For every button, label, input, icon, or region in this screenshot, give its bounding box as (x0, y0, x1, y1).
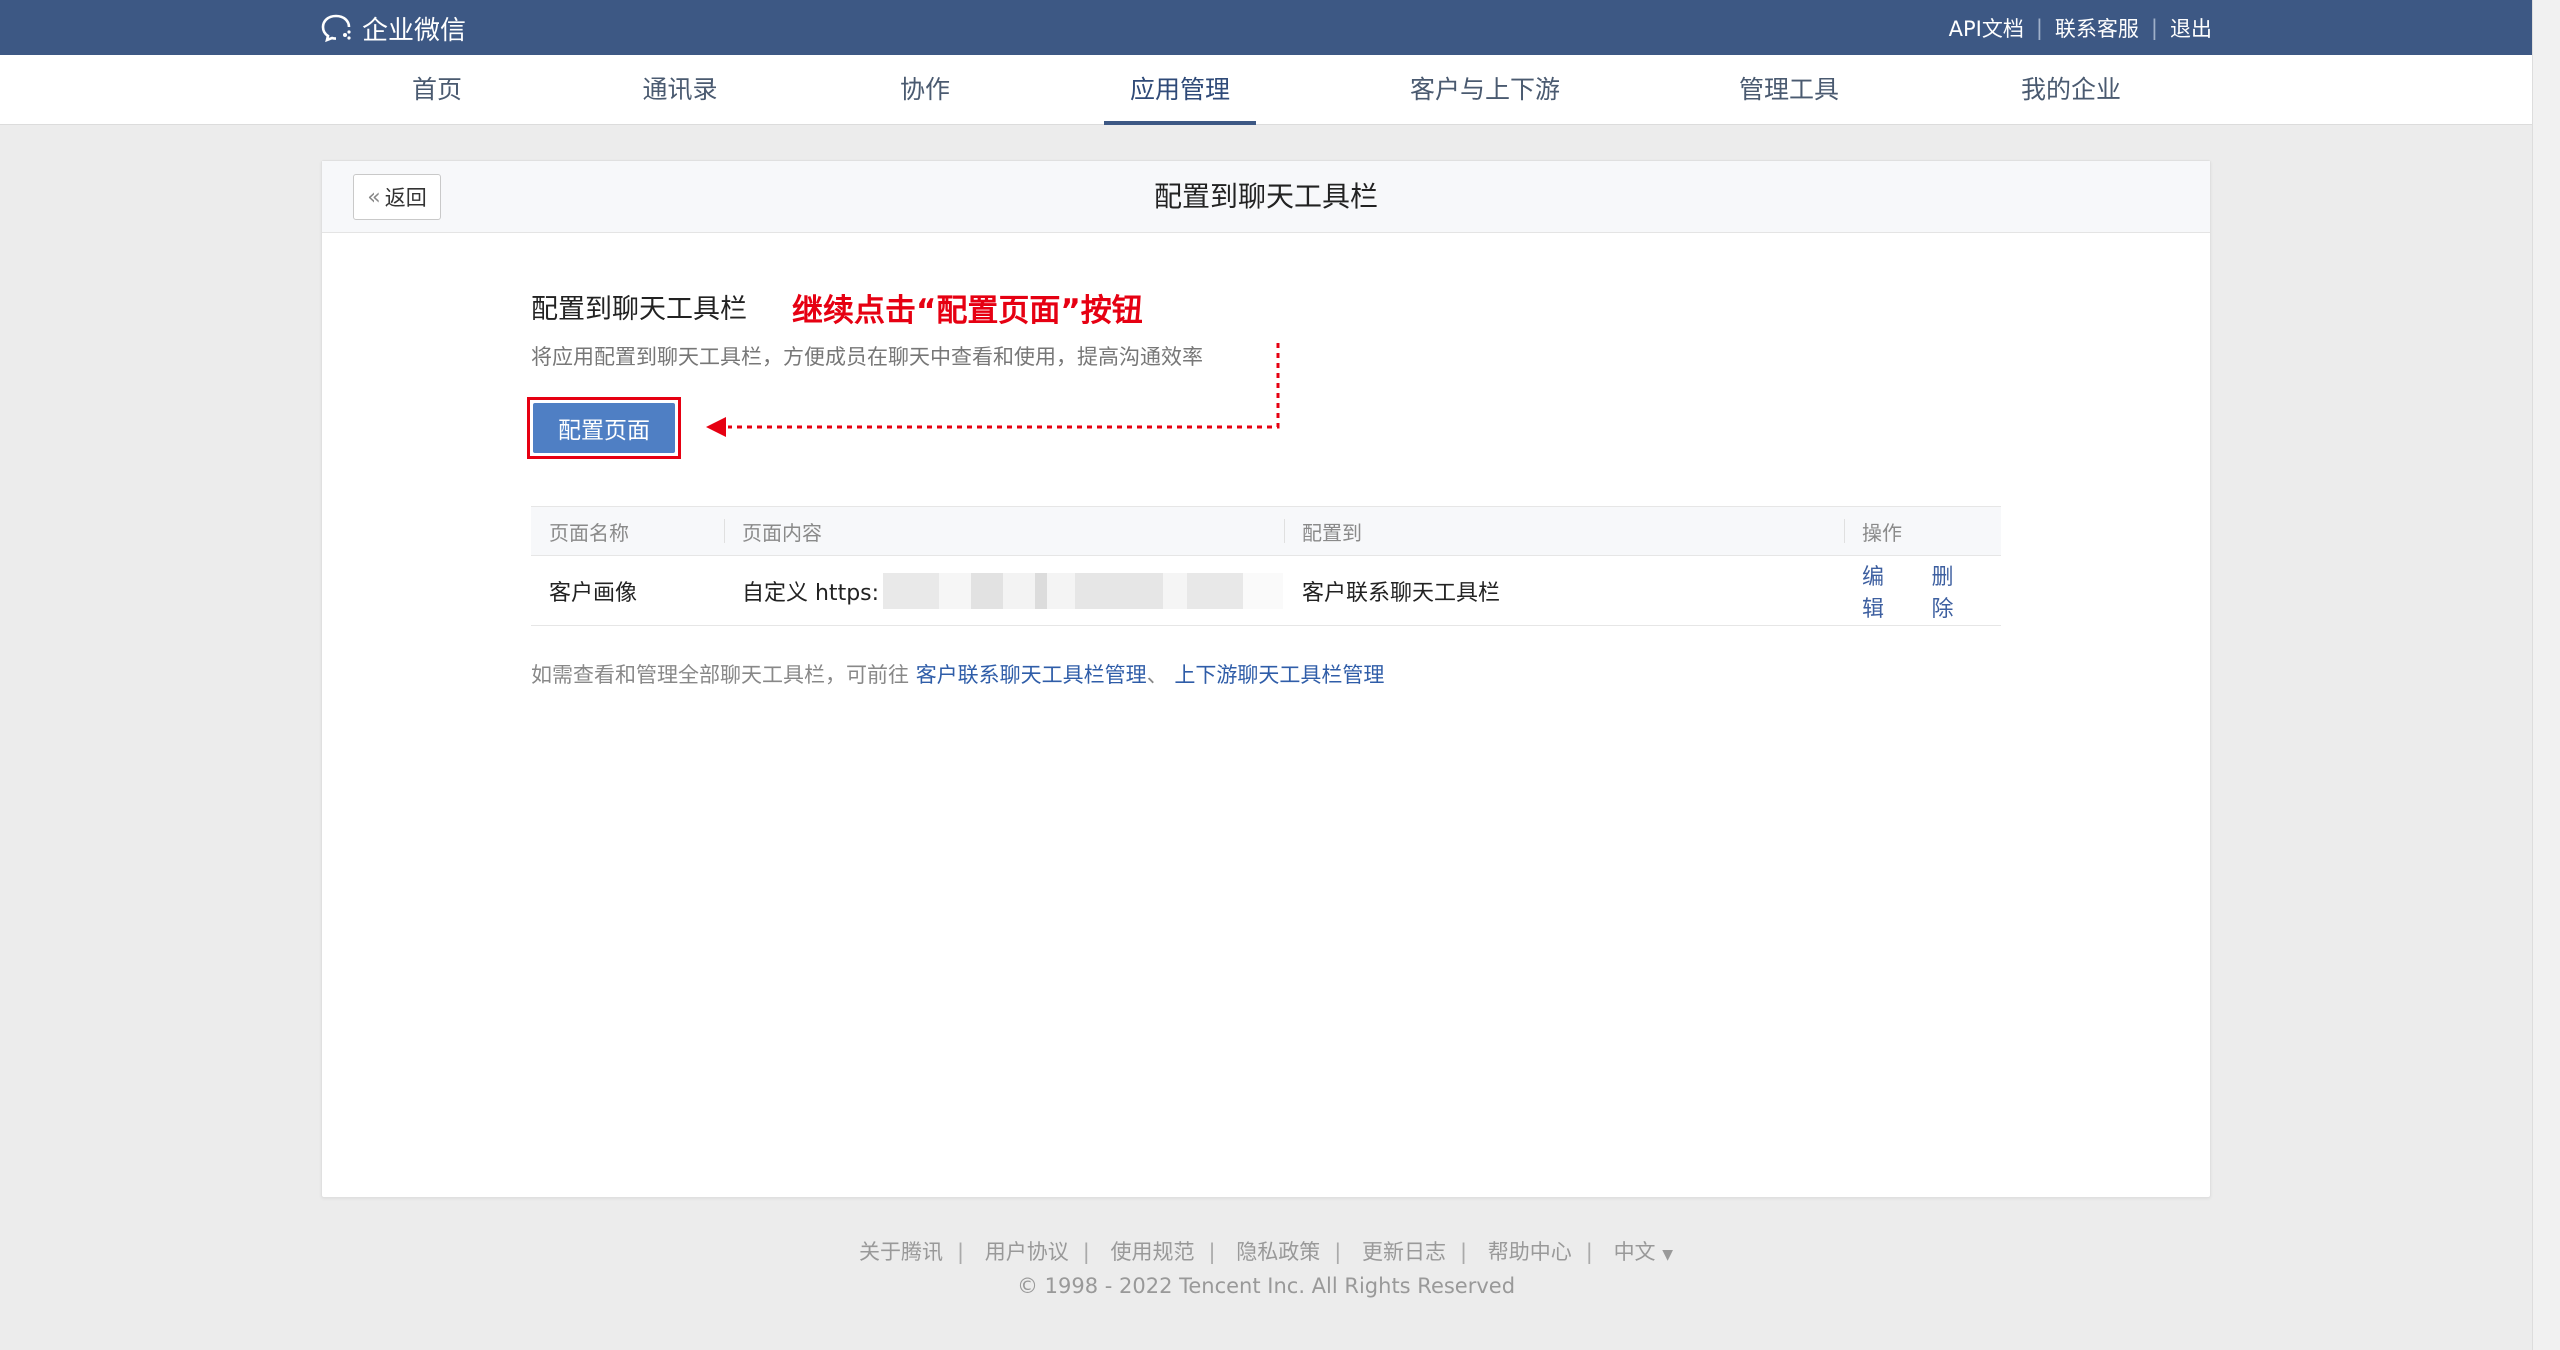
footer-user-agreement[interactable]: 用户协议 (985, 1240, 1069, 1264)
nav-collaboration[interactable]: 协作 (888, 55, 962, 125)
cell-page-name: 客户画像 (549, 580, 638, 606)
logout-link[interactable]: 退出 (2170, 13, 2212, 43)
header-configured-to: 配置到 (1284, 507, 1844, 555)
table-header: 页面名称 页面内容 配置到 操作 (531, 506, 2001, 556)
divider: | (956, 1240, 965, 1264)
footer-help-center[interactable]: 帮助中心 (1488, 1240, 1572, 1264)
footer-changelog[interactable]: 更新日志 (1362, 1240, 1446, 1264)
nav-customers-partners[interactable]: 客户与上下游 (1400, 55, 1570, 125)
header-page-name: 页面名称 (549, 520, 629, 545)
footer-language-select[interactable]: 中文 ▼ (1614, 1240, 1673, 1264)
header-page-content: 页面内容 (724, 507, 1284, 555)
nav-app-management[interactable]: 应用管理 (1104, 55, 1256, 125)
note-separator: 、 (1146, 663, 1168, 687)
page-scrollbar[interactable] (2532, 0, 2560, 1350)
contact-support-link[interactable]: 联系客服 (2055, 13, 2139, 43)
config-button-highlight: 配置页面 (527, 397, 681, 459)
back-label: 返回 (384, 186, 427, 210)
divider: | (2035, 15, 2043, 40)
divider: | (1460, 1240, 1468, 1264)
nav-management-tools[interactable]: 管理工具 (1734, 55, 1844, 125)
cell-configured-to: 客户联系聊天工具栏 (1302, 580, 1501, 606)
nav-contacts[interactable]: 通讯录 (638, 55, 722, 125)
footer-links: 关于腾讯 | 用户协议 | 使用规范 | 隐私政策 | 更新日志 | 帮助中心 | 中文 ▼ (0, 1236, 2532, 1266)
redacted-url (883, 572, 1284, 609)
card-title: 配置到聊天工具栏 (1153, 180, 1378, 213)
config-page-button[interactable]: 配置页面 (533, 403, 675, 453)
back-button[interactable]: « 返回 (353, 174, 441, 220)
double-chevron-left-icon: « (367, 184, 381, 210)
divider: | (1082, 1240, 1090, 1264)
divider: | (1334, 1240, 1342, 1264)
wecom-logo-icon (321, 14, 351, 43)
top-bar: 企业微信 API文档 | 联系客服 | 退出 (0, 0, 2532, 55)
cell-actions: 编辑 删除 (1844, 556, 2001, 625)
annotation-text: 继续点击“配置页面”按钮 (792, 293, 1143, 329)
card-header: 配置到聊天工具栏 « 返回 (322, 161, 2210, 233)
api-docs-link[interactable]: API文档 (1949, 13, 2024, 43)
divider: | (2150, 15, 2158, 40)
main-nav: 首页 通讯录 协作 应用管理 客户与上下游 管理工具 我的企业 (0, 55, 2532, 125)
delete-link[interactable]: 删除 (1932, 559, 1970, 623)
header-actions: 操作 (1844, 507, 2001, 555)
nav-my-enterprise[interactable]: 我的企业 (2016, 55, 2126, 125)
note-text: 如需查看和管理全部聊天工具栏，可前往 (531, 663, 909, 687)
config-table: 页面名称 页面内容 配置到 操作 客户画像 自定义 https: 客户联系聊天工… (531, 506, 2001, 626)
edit-link[interactable]: 编辑 (1862, 559, 1900, 623)
partner-toolbar-management-link[interactable]: 上下游聊天工具栏管理 (1174, 663, 1384, 687)
footer-about-tencent[interactable]: 关于腾讯 (859, 1240, 943, 1264)
table-row: 客户画像 自定义 https: 客户联系聊天工具栏 编辑 删除 (531, 556, 2001, 626)
footer-usage-rules[interactable]: 使用规范 (1111, 1240, 1195, 1264)
top-links: API文档 | 联系客服 | 退出 (1949, 0, 2212, 55)
divider: | (1585, 1240, 1593, 1264)
nav-home[interactable]: 首页 (400, 55, 474, 125)
footer-privacy-policy[interactable]: 隐私政策 (1236, 1240, 1320, 1264)
language-label: 中文 (1613, 1240, 1656, 1264)
customer-toolbar-management-link[interactable]: 客户联系聊天工具栏管理 (916, 663, 1147, 687)
brand-name: 企业微信 (362, 15, 467, 46)
toolbar-management-note: 如需查看和管理全部聊天工具栏，可前往 客户联系聊天工具栏管理、 上下游聊天工具栏… (531, 659, 1384, 689)
content-prefix: 自定义 https: (742, 580, 880, 606)
content-card: 配置到聊天工具栏 « 返回 配置到聊天工具栏 继续点击“配置页面”按钮 将应用配… (321, 160, 2211, 1198)
brand-logo[interactable]: 企业微信 (320, 8, 466, 48)
divider: | (1208, 1240, 1216, 1264)
section-title: 配置到聊天工具栏 (531, 294, 747, 325)
cell-page-content: 自定义 https: (724, 556, 1284, 625)
caret-down-icon: ▼ (1662, 1247, 1674, 1263)
copyright: © 1998 - 2022 Tencent Inc. All Rights Re… (1016, 1274, 1516, 1298)
